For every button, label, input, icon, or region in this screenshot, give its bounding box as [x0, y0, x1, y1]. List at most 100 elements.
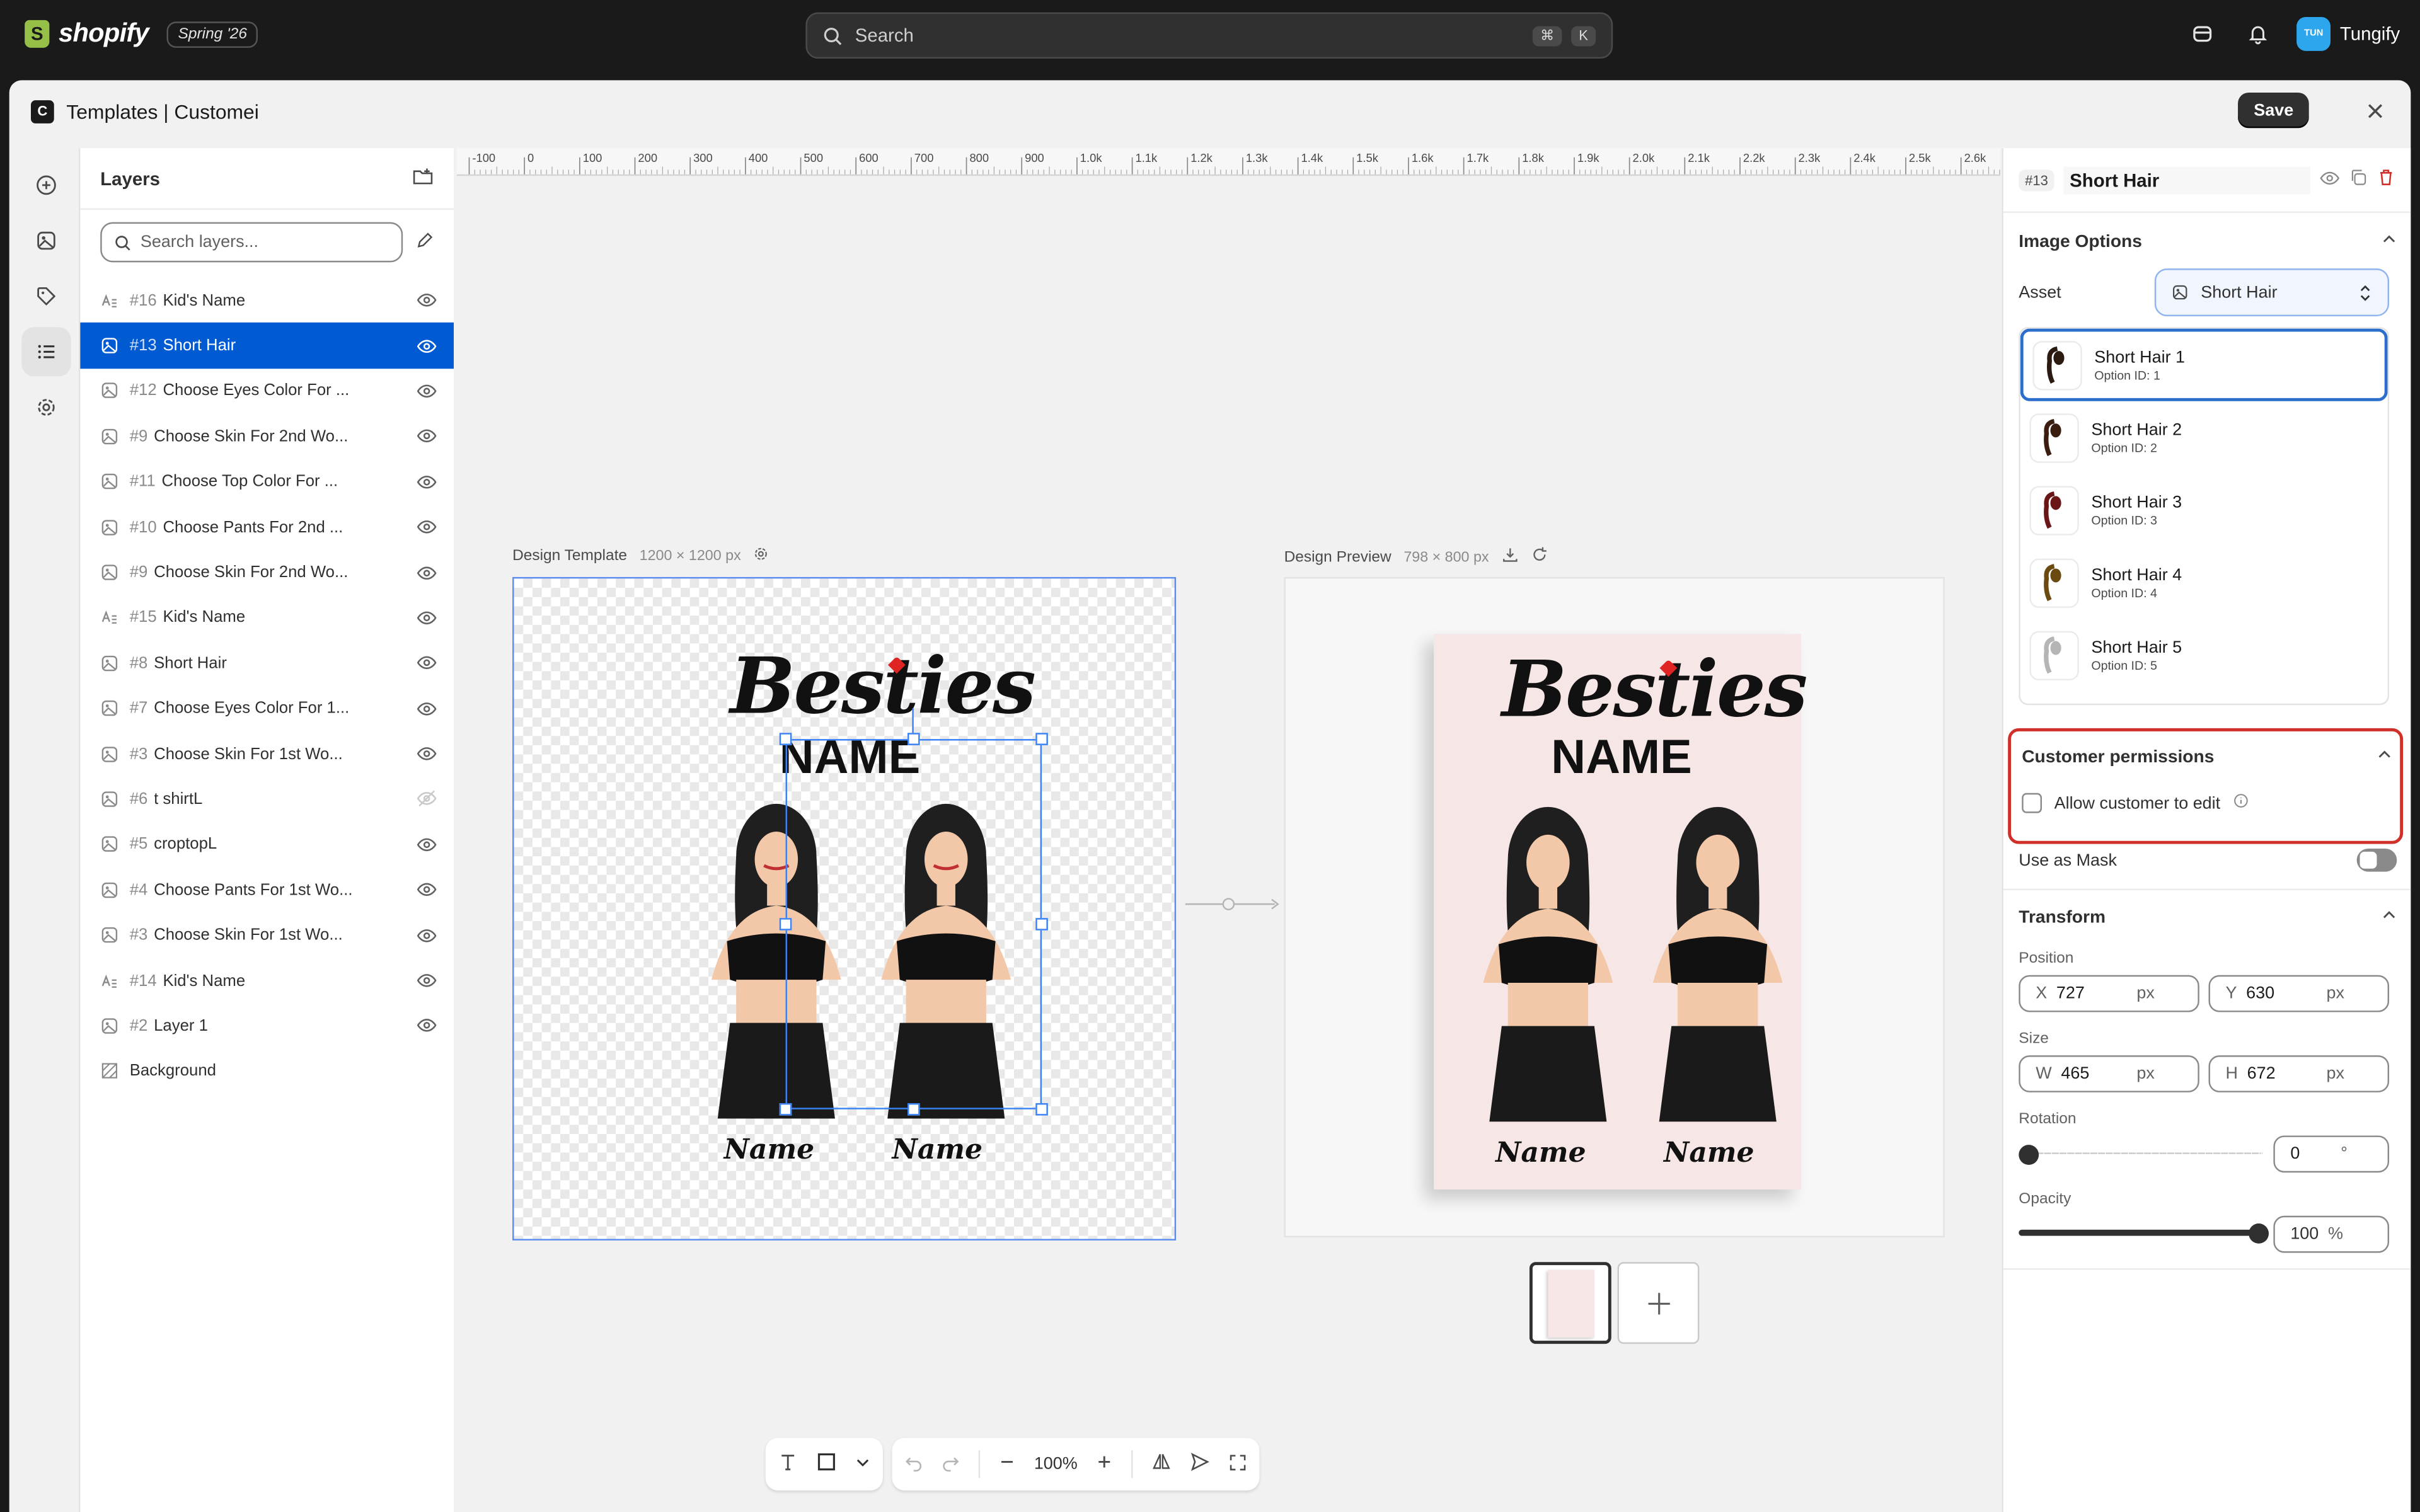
redo-icon[interactable]	[942, 1453, 960, 1476]
folder-add-icon[interactable]	[412, 166, 434, 190]
zoom-in-icon[interactable]	[1096, 1453, 1113, 1475]
opacity-slider-track[interactable]	[2019, 1229, 2258, 1236]
asset-option[interactable]: Short Hair 2 Option ID: 2	[2020, 401, 2388, 474]
zoom-level[interactable]: 100%	[1034, 1455, 1078, 1473]
eye-icon[interactable]	[413, 333, 438, 358]
bell-icon[interactable]	[2241, 17, 2275, 51]
duplicate-icon[interactable]	[2349, 168, 2367, 192]
image-options-header[interactable]: Image Options	[2003, 231, 2411, 251]
rotation-input[interactable]: 0 °	[2273, 1135, 2390, 1173]
resize-handle-br[interactable]	[1035, 1103, 1048, 1116]
position-x-input[interactable]: X 727 px	[2019, 975, 2199, 1012]
use-as-mask-toggle[interactable]	[2356, 848, 2397, 872]
resize-handle-b[interactable]	[908, 1103, 920, 1116]
rotation-slider-knob[interactable]	[2019, 1145, 2039, 1165]
images-button[interactable]	[21, 216, 71, 265]
eye-icon[interactable]	[413, 832, 438, 857]
layer-row[interactable]: #10 Choose Pants For 2nd ...	[80, 505, 454, 550]
transform-header[interactable]: Transform	[2003, 907, 2411, 927]
allow-edit-label[interactable]: Allow customer to edit	[2054, 794, 2221, 812]
eye-off-icon[interactable]	[413, 787, 438, 811]
pencil-icon[interactable]	[415, 231, 434, 254]
layer-row[interactable]: #2 Layer 1	[80, 1003, 454, 1048]
eye-icon[interactable]	[413, 696, 438, 721]
layer-row[interactable]: #11 Choose Top Color For ...	[80, 459, 454, 505]
layer-row[interactable]: #12 Choose Eyes Color For ...	[80, 369, 454, 414]
template-settings-icon[interactable]	[753, 546, 768, 566]
eye-icon[interactable]	[413, 923, 438, 948]
flip-icon[interactable]	[1151, 1452, 1172, 1477]
resize-handle-r[interactable]	[1035, 918, 1048, 931]
permissions-header[interactable]: Customer permissions	[2019, 747, 2395, 767]
size-h-input[interactable]: H 672 px	[2208, 1055, 2390, 1092]
layer-row[interactable]: #5 croptopL	[80, 822, 454, 868]
selection-box[interactable]	[785, 739, 1042, 1109]
undo-icon[interactable]	[904, 1453, 923, 1476]
layer-row[interactable]: #14 Kid's Name	[80, 958, 454, 1003]
eye-icon[interactable]	[413, 469, 438, 494]
eye-icon[interactable]	[413, 515, 438, 539]
resize-handle-bl[interactable]	[779, 1103, 792, 1116]
eye-icon[interactable]	[413, 288, 438, 312]
layers-search-input[interactable]	[140, 232, 388, 252]
layer-row[interactable]: #3 Choose Skin For 1st Wo...	[80, 731, 454, 777]
eye-icon[interactable]	[413, 1014, 438, 1038]
user-avatar[interactable]: TUN	[2296, 16, 2331, 51]
layer-row[interactable]: #3 Choose Skin For 1st Wo...	[80, 913, 454, 958]
eye-icon[interactable]	[413, 560, 438, 585]
resize-handle-tl[interactable]	[779, 733, 792, 745]
text-tool-icon[interactable]	[778, 1452, 798, 1477]
chevron-up-icon[interactable]	[2382, 231, 2397, 251]
refresh-icon[interactable]	[1531, 546, 1548, 568]
eye-icon[interactable]	[413, 651, 438, 675]
tags-button[interactable]	[21, 272, 71, 321]
opacity-slider-knob[interactable]	[2249, 1223, 2269, 1244]
layer-row[interactable]: Background	[80, 1048, 454, 1094]
save-button[interactable]: Save	[2238, 92, 2309, 129]
allow-edit-checkbox[interactable]	[2022, 793, 2043, 813]
layer-row[interactable]: #6 t shirtL	[80, 777, 454, 822]
zoom-out-icon[interactable]	[999, 1453, 1016, 1475]
asset-option[interactable]: Short Hair 3 Option ID: 3	[2020, 474, 2388, 546]
send-icon[interactable]	[1190, 1452, 1211, 1477]
eye-icon[interactable]	[413, 742, 438, 766]
layers-button[interactable]	[21, 327, 71, 377]
position-y-input[interactable]: Y 630 px	[2208, 975, 2390, 1012]
resize-handle-tr[interactable]	[1035, 733, 1048, 745]
user-name[interactable]: Tungify	[2340, 23, 2400, 45]
asset-option[interactable]: Short Hair 5 Option ID: 5	[2020, 619, 2388, 691]
preview-thumbnail-1[interactable]	[1529, 1262, 1611, 1344]
layer-row[interactable]: #7 Choose Eyes Color For 1...	[80, 686, 454, 731]
download-icon[interactable]	[1501, 546, 1518, 568]
shopify-logo[interactable]: shopify Spring '26	[25, 18, 258, 49]
layers-search[interactable]	[100, 222, 403, 263]
template-artboard[interactable]: Besties NAME Name Name	[512, 576, 1177, 1240]
eye-icon[interactable]	[413, 968, 438, 993]
trash-icon[interactable]	[2377, 168, 2395, 192]
settings-button[interactable]	[21, 382, 71, 432]
asset-option[interactable]: Short Hair 1 Option ID: 1	[2020, 328, 2388, 401]
layer-row[interactable]: #13 Short Hair	[80, 323, 454, 369]
eye-icon[interactable]	[413, 379, 438, 403]
opacity-input[interactable]: 100 %	[2273, 1215, 2390, 1253]
chevron-up-icon[interactable]	[2377, 747, 2392, 767]
close-icon[interactable]	[2361, 97, 2389, 125]
asset-select[interactable]: Short Hair	[2154, 268, 2390, 317]
layer-row[interactable]: #16 Kid's Name	[80, 278, 454, 323]
add-element-button[interactable]	[21, 161, 71, 210]
eye-icon[interactable]	[413, 878, 438, 902]
resize-handle-l[interactable]	[779, 918, 792, 931]
add-preview-button[interactable]	[1617, 1262, 1700, 1344]
size-w-input[interactable]: W 465 px	[2019, 1055, 2199, 1092]
global-search[interactable]: Search ⌘ K	[805, 12, 1613, 59]
layer-row[interactable]: #9 Choose Skin For 2nd Wo...	[80, 550, 454, 595]
name-left[interactable]: Name	[724, 1134, 815, 1166]
store-icon[interactable]	[2186, 17, 2220, 51]
eye-icon[interactable]	[413, 605, 438, 630]
design-title[interactable]: Besties	[730, 640, 1036, 731]
chevron-up-icon[interactable]	[2382, 907, 2397, 927]
resize-handle-t[interactable]	[908, 733, 920, 745]
shape-tool-icon[interactable]	[817, 1452, 837, 1477]
name-right[interactable]: Name	[892, 1134, 983, 1166]
layer-row[interactable]: #9 Choose Skin For 2nd Wo...	[80, 414, 454, 459]
